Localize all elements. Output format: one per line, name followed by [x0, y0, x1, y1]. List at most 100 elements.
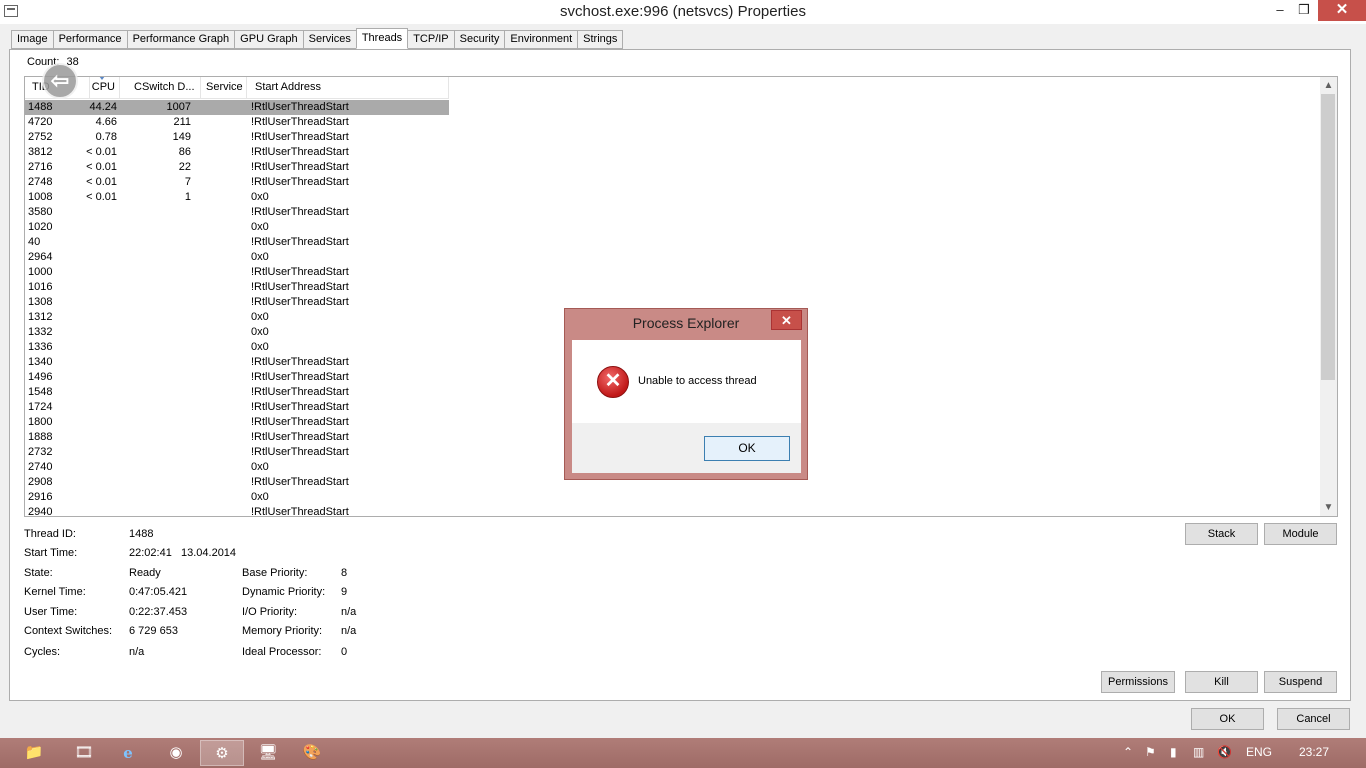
table-row[interactable]: 40 !RtlUserThreadStart [25, 235, 1321, 250]
table-row[interactable]: 2940 !RtlUserThreadStart [25, 505, 1321, 517]
list-header: TID CPU CSwitch D... Service Start Addre… [25, 77, 449, 99]
media-icon[interactable]: 🎞 [62, 740, 106, 766]
paint-icon[interactable]: 🎨 [290, 740, 334, 766]
table-row[interactable]: 2916 0x0 [25, 490, 1321, 505]
cell-start: !RtlUserThreadStart [251, 371, 349, 383]
cell-start: 0x0 [251, 491, 269, 503]
cell-tid: 2964 [28, 251, 53, 263]
tab-performance-graph[interactable]: Performance Graph [126, 30, 235, 49]
scroll-thumb[interactable] [1321, 94, 1335, 380]
tab-environment[interactable]: Environment [504, 30, 578, 49]
cell-csw: 7 [184, 176, 191, 188]
error-icon: ✕ [597, 366, 629, 398]
table-row[interactable]: 2748 < 0.01 7 !RtlUserThreadStart [25, 175, 1321, 190]
show-hidden-icons-icon[interactable]: ⌃ [1123, 745, 1133, 759]
cell-start: !RtlUserThreadStart [251, 206, 349, 218]
kernel-time-value: 0:47:05.421 [129, 586, 188, 598]
cell-tid: 2752 [28, 131, 53, 143]
cell-tid: 2940 [28, 506, 53, 517]
tab-gpu-graph[interactable]: GPU Graph [234, 30, 303, 49]
network-icon[interactable]: ▥ [1193, 745, 1204, 759]
taskbar: 📁 🎞 e ◉ ⚙ 🖥 🎨 ⌃ ⚑ ▮ ▥ 🔇 ENG 23:27 [0, 738, 1366, 768]
scroll-down-icon[interactable]: ▼ [1320, 499, 1337, 516]
back-arrow-icon[interactable]: ⇦ [42, 63, 78, 99]
internet-explorer-icon[interactable]: e [106, 740, 150, 766]
tab-performance[interactable]: Performance [52, 30, 127, 49]
table-row[interactable]: 1016 !RtlUserThreadStart [25, 280, 1321, 295]
dialog-ok-button[interactable]: OK [704, 436, 790, 461]
table-row[interactable]: 1000 !RtlUserThreadStart [25, 265, 1321, 280]
cell-start: !RtlUserThreadStart [251, 401, 349, 413]
cell-tid: 1008 [28, 191, 53, 203]
tab-threads[interactable]: Threads [355, 28, 409, 49]
cell-csw: 149 [172, 131, 191, 143]
minimize-button[interactable]: – [1268, 0, 1292, 21]
cell-csw: 1 [184, 191, 191, 203]
tab-services[interactable]: Services [302, 30, 356, 49]
table-row[interactable]: 1020 0x0 [25, 220, 1321, 235]
table-row[interactable]: 2752 0.78 149 !RtlUserThreadStart [25, 130, 1321, 145]
tab-image[interactable]: Image [11, 30, 53, 49]
cell-tid: 2916 [28, 491, 53, 503]
kill-button[interactable]: Kill [1185, 671, 1258, 693]
volume-icon[interactable]: 🔇 [1217, 745, 1232, 759]
cell-start: !RtlUserThreadStart [251, 116, 349, 128]
cell-start: !RtlUserThreadStart [251, 236, 349, 248]
table-row[interactable]: 2716 < 0.01 22 !RtlUserThreadStart [25, 160, 1321, 175]
clock[interactable]: 23:27 [1299, 745, 1329, 759]
cell-tid: 1340 [28, 356, 53, 368]
cell-start: 0x0 [251, 191, 269, 203]
permissions-button[interactable]: Permissions [1101, 671, 1175, 693]
cell-start: !RtlUserThreadStart [251, 431, 349, 443]
dialog-body: ✕ Unable to access thread [572, 340, 801, 423]
table-row[interactable]: 3812 < 0.01 86 !RtlUserThreadStart [25, 145, 1321, 160]
suspend-button[interactable]: Suspend [1264, 671, 1337, 693]
close-button[interactable]: ✕ [1318, 0, 1366, 21]
cell-start: !RtlUserThreadStart [251, 476, 349, 488]
restore-button[interactable]: ❒ [1292, 0, 1316, 21]
column-header-start-address[interactable]: Start Address [247, 77, 449, 99]
cell-tid: 1548 [28, 386, 53, 398]
tab-tcpip[interactable]: TCP/IP [408, 30, 454, 49]
module-button[interactable]: Module [1264, 523, 1337, 545]
dialog-close-button[interactable]: ✕ [771, 310, 802, 330]
flag-icon[interactable]: ⚑ [1145, 745, 1156, 759]
cell-tid: 1332 [28, 326, 53, 338]
tab-strings[interactable]: Strings [577, 30, 624, 49]
stack-button[interactable]: Stack [1185, 523, 1258, 545]
tab-security[interactable]: Security [453, 30, 505, 49]
cell-tid: 40 [28, 236, 41, 248]
cell-tid: 2740 [28, 461, 53, 473]
base-priority-value: 8 [341, 567, 348, 579]
remote-desktop-icon[interactable]: 🖥 [246, 740, 290, 766]
cell-start: 0x0 [251, 311, 269, 323]
cell-start: !RtlUserThreadStart [251, 161, 349, 173]
process-explorer-icon[interactable]: ⚙ [200, 740, 244, 766]
ok-button[interactable]: OK [1191, 708, 1264, 730]
table-row[interactable]: 2964 0x0 [25, 250, 1321, 265]
table-row[interactable]: 4720 4.66 211 !RtlUserThreadStart [25, 115, 1321, 130]
battery-icon[interactable]: ▮ [1170, 745, 1177, 759]
table-row[interactable]: 3580 !RtlUserThreadStart [25, 205, 1321, 220]
table-row[interactable]: 1008 < 0.01 1 0x0 [25, 190, 1321, 205]
cell-tid: 1308 [28, 296, 53, 308]
cell-tid: 1020 [28, 221, 53, 233]
cancel-button[interactable]: Cancel [1277, 708, 1350, 730]
language-indicator[interactable]: ENG [1246, 745, 1272, 759]
cell-start: !RtlUserThreadStart [251, 266, 349, 278]
cell-tid: 4720 [28, 116, 53, 128]
scroll-up-icon[interactable]: ▲ [1320, 77, 1337, 94]
ideal-processor-label: Ideal Processor: [242, 646, 322, 658]
table-row[interactable]: 1488 44.24 1007 !RtlUserThreadStart [25, 100, 449, 115]
state-label: State: [24, 567, 53, 579]
column-header-cswitch-delta[interactable]: CSwitch D... [130, 77, 201, 99]
vertical-scrollbar[interactable]: ▲ ▼ [1320, 77, 1337, 516]
chrome-icon[interactable]: ◉ [154, 740, 198, 766]
thread-id-label: Thread ID: [24, 528, 76, 540]
column-header-cpu[interactable]: CPU [90, 77, 120, 99]
cell-start: !RtlUserThreadStart [251, 506, 349, 517]
column-header-service[interactable]: Service [201, 77, 247, 99]
io-priority-value: n/a [341, 606, 357, 618]
memory-priority-label: Memory Priority: [242, 625, 323, 637]
file-explorer-icon[interactable]: 📁 [12, 740, 56, 766]
